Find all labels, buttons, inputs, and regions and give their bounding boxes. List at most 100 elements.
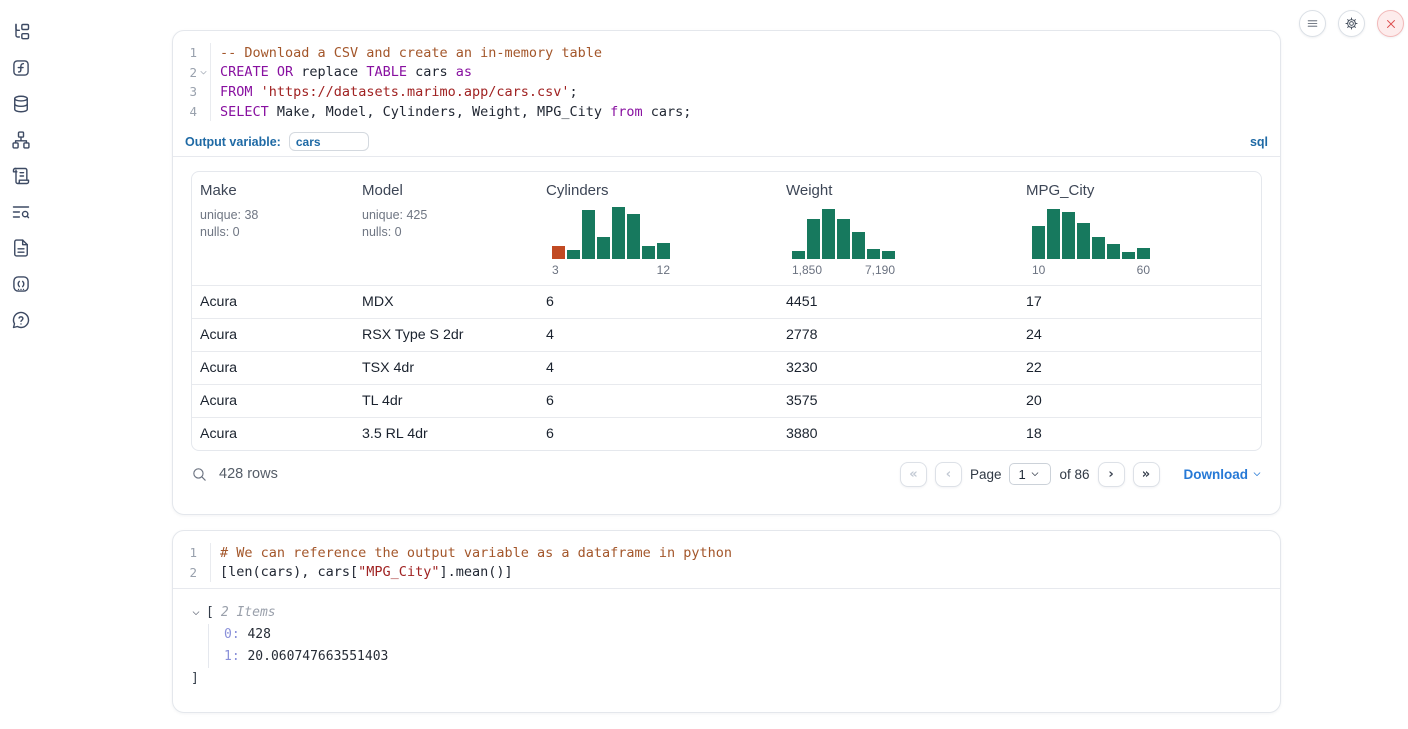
histogram-bar <box>552 246 565 259</box>
table-cell: 3230 <box>778 352 1018 384</box>
download-button[interactable]: Download <box>1184 467 1263 482</box>
chevron-down-icon <box>1252 469 1262 479</box>
histogram-bar <box>1137 248 1150 259</box>
column-summary: nulls: 0 <box>362 224 530 241</box>
code-line: 3FROM 'https://datasets.marimo.app/cars.… <box>173 82 1280 102</box>
histogram-bar <box>1032 226 1045 259</box>
line-number: 1 <box>173 545 197 560</box>
function-square-icon[interactable] <box>11 58 31 78</box>
table-cell: Acura <box>192 418 354 450</box>
fold-chevron-icon[interactable] <box>197 68 210 77</box>
histogram-bar <box>1062 212 1075 259</box>
table-row: Acura3.5 RL 4dr6388018 <box>192 417 1261 450</box>
column-header-make[interactable]: Makeunique: 38nulls: 0 <box>192 172 354 285</box>
table-header: Makeunique: 38nulls: 0Modelunique: 425nu… <box>192 172 1261 285</box>
histogram-bar <box>657 243 670 259</box>
database-icon[interactable] <box>11 94 31 114</box>
output-variable-input[interactable] <box>289 132 369 151</box>
data-table: Makeunique: 38nulls: 0Modelunique: 425nu… <box>191 171 1262 451</box>
network-icon[interactable] <box>11 130 31 150</box>
table-cell: Acura <box>192 286 354 318</box>
column-header-model[interactable]: Model unique: 425nulls: 0 <box>354 172 538 285</box>
column-summary: unique: 425 <box>362 207 530 224</box>
code-text: [len(cars), cars["MPG_City"].mean()] <box>210 563 1280 583</box>
file-text-icon[interactable] <box>11 238 31 258</box>
shutdown-button[interactable] <box>1377 10 1404 37</box>
column-header-mpg_city[interactable]: MPG_City1060 <box>1018 172 1261 285</box>
collapse-chevron-icon[interactable] <box>191 608 201 618</box>
scroll-icon[interactable] <box>11 166 31 186</box>
table-cell: 6 <box>538 418 778 450</box>
table-cell: RSX Type S 2dr <box>354 319 538 351</box>
code-text: SELECT Make, Model, Cylinders, Weight, M… <box>210 102 1280 122</box>
tree-item: 1: 20.060747663551403 <box>224 646 1262 668</box>
python-code-editor[interactable]: 1 # We can reference the output variable … <box>173 531 1280 588</box>
close-icon <box>1385 18 1397 30</box>
tree-item-key: 1: <box>224 649 240 664</box>
python-output-tree: [ 2 Items 0: 4281: 20.060747663551403 ] <box>173 589 1280 690</box>
column-header-cylinders[interactable]: Cylinders312 <box>538 172 778 285</box>
tree-item-key: 0: <box>224 627 240 642</box>
code-square-icon[interactable] <box>11 274 31 294</box>
histogram-bar <box>867 249 880 259</box>
line-number: 2 <box>173 65 197 80</box>
code-text: CREATE OR replace TABLE cars as <box>210 63 1280 83</box>
line-number: 1 <box>173 45 197 60</box>
table-cell: TSX 4dr <box>354 352 538 384</box>
table-cell: 6 <box>538 385 778 417</box>
column-label: Make <box>200 182 346 199</box>
table-cell: MDX <box>354 286 538 318</box>
settings-button[interactable] <box>1338 10 1365 37</box>
table-row: AcuraRSX Type S 2dr4277824 <box>192 318 1261 351</box>
close-bracket: ] <box>191 668 1262 690</box>
column-summary: nulls: 0 <box>200 224 346 241</box>
next-page-button[interactable]: › <box>1098 462 1125 487</box>
page-total: of 86 <box>1059 467 1089 482</box>
search-icon[interactable] <box>191 466 208 483</box>
table-row: AcuraTL 4dr6357520 <box>192 384 1261 417</box>
line-number: 2 <box>173 565 197 580</box>
column-label: Model <box>362 182 530 199</box>
code-line: 4SELECT Make, Model, Cylinders, Weight, … <box>173 102 1280 122</box>
python-cell: 1 # We can reference the output variable … <box>172 530 1281 713</box>
histogram-bar <box>627 214 640 259</box>
help-bubble-icon[interactable] <box>11 310 31 330</box>
download-label: Download <box>1184 467 1249 482</box>
page-label: Page <box>970 467 1002 482</box>
table-footer: 428 rows « ‹ Page 1 of 86 › » Download <box>173 451 1280 497</box>
hamburger-icon <box>1306 17 1319 30</box>
table-cell: 6 <box>538 286 778 318</box>
histogram-bar <box>1092 237 1105 259</box>
text-search-icon[interactable] <box>11 202 31 222</box>
table-cell: 2778 <box>778 319 1018 351</box>
menu-button[interactable] <box>1299 10 1326 37</box>
row-count: 428 rows <box>219 466 278 482</box>
code-text: # We can reference the output variable a… <box>210 543 1280 563</box>
table-cell: 4 <box>538 319 778 351</box>
column-header-weight[interactable]: Weight1,8507,190 <box>778 172 1018 285</box>
table-cell: Acura <box>192 385 354 417</box>
table-cell: 22 <box>1018 352 1261 384</box>
tree-item-value: 428 <box>240 627 271 642</box>
histogram-bar <box>807 219 820 259</box>
file-tree-icon[interactable] <box>11 22 31 42</box>
line-number: 3 <box>173 84 197 99</box>
histogram-bar <box>597 237 610 259</box>
histogram-max-label: 7,190 <box>865 263 895 277</box>
column-histogram <box>1032 207 1150 259</box>
histogram-min-label: 10 <box>1032 263 1045 277</box>
language-badge[interactable]: sql <box>1250 135 1268 149</box>
histogram-min-label: 3 <box>552 263 559 277</box>
page-select[interactable]: 1 <box>1009 463 1051 485</box>
output-variable-row: Output variable: sql <box>173 127 1280 157</box>
sql-code-editor[interactable]: 1-- Download a CSV and create an in-memo… <box>173 31 1280 127</box>
first-page-button[interactable]: « <box>900 462 927 487</box>
table-cell: Acura <box>192 352 354 384</box>
table-cell: 18 <box>1018 418 1261 450</box>
last-page-button[interactable]: » <box>1133 462 1160 487</box>
table-body: AcuraMDX6445117AcuraRSX Type S 2dr427782… <box>192 285 1261 450</box>
chevron-down-icon <box>1030 469 1040 479</box>
prev-page-button[interactable]: ‹ <box>935 462 962 487</box>
histogram-bar <box>1107 244 1120 259</box>
histogram-max-label: 60 <box>1137 263 1150 277</box>
